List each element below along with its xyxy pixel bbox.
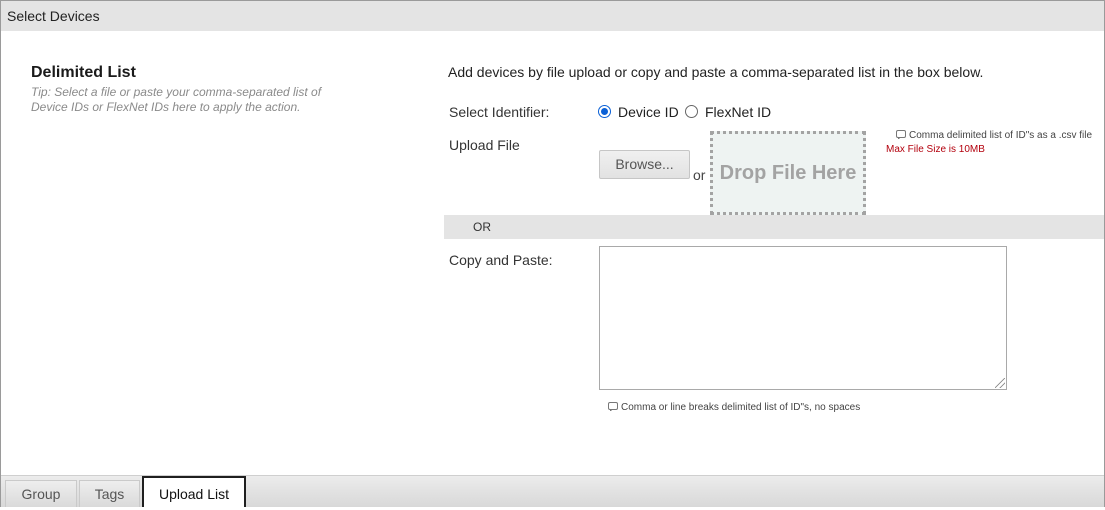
upload-file-label: Upload File [449, 137, 520, 153]
paste-note-text: Comma or line breaks delimited list of I… [621, 402, 861, 413]
copy-paste-textarea[interactable] [599, 246, 1007, 390]
intro-text: Add devices by file upload or copy and p… [448, 64, 984, 80]
radio-device-id-label[interactable]: Device ID [618, 104, 679, 120]
select-devices-panel: Select Devices Delimited List Tip: Selec… [0, 0, 1105, 507]
comment-icon [896, 130, 906, 139]
section-title: Delimited List [31, 64, 136, 81]
tab-bar: Group Tags Upload List [1, 475, 1104, 507]
resize-grip-icon[interactable] [995, 378, 1005, 388]
radio-flexnet-id[interactable] [685, 105, 698, 118]
radio-device-id[interactable] [598, 105, 611, 118]
csv-note-text: Comma delimited list of ID"s as a .csv f… [909, 130, 1093, 141]
file-drop-zone[interactable]: Drop File Here [710, 131, 866, 215]
identifier-label: Select Identifier: [449, 104, 550, 120]
tab-group[interactable]: Group [5, 480, 77, 507]
or-divider-text: OR [473, 220, 491, 234]
radio-flexnet-id-label[interactable]: FlexNet ID [705, 104, 771, 120]
tab-upload-list[interactable]: Upload List [142, 476, 246, 507]
csv-note: Comma delimited list of ID"s as a .csv f… [896, 130, 1092, 141]
section-tip: Tip: Select a file or paste your comma-s… [31, 85, 322, 114]
tab-tags[interactable]: Tags [79, 480, 140, 507]
comment-icon [608, 402, 618, 411]
paste-note: Comma or line breaks delimited list of I… [608, 402, 860, 413]
panel-title: Select Devices [7, 8, 100, 24]
panel-header: Select Devices [1, 1, 1104, 31]
or-inline-text: or [693, 167, 706, 183]
copy-paste-label: Copy and Paste: [449, 252, 553, 268]
max-file-size-note: Max File Size is 10MB [886, 144, 985, 155]
browse-button[interactable]: Browse... [599, 150, 690, 179]
or-divider: OR [444, 215, 1104, 239]
